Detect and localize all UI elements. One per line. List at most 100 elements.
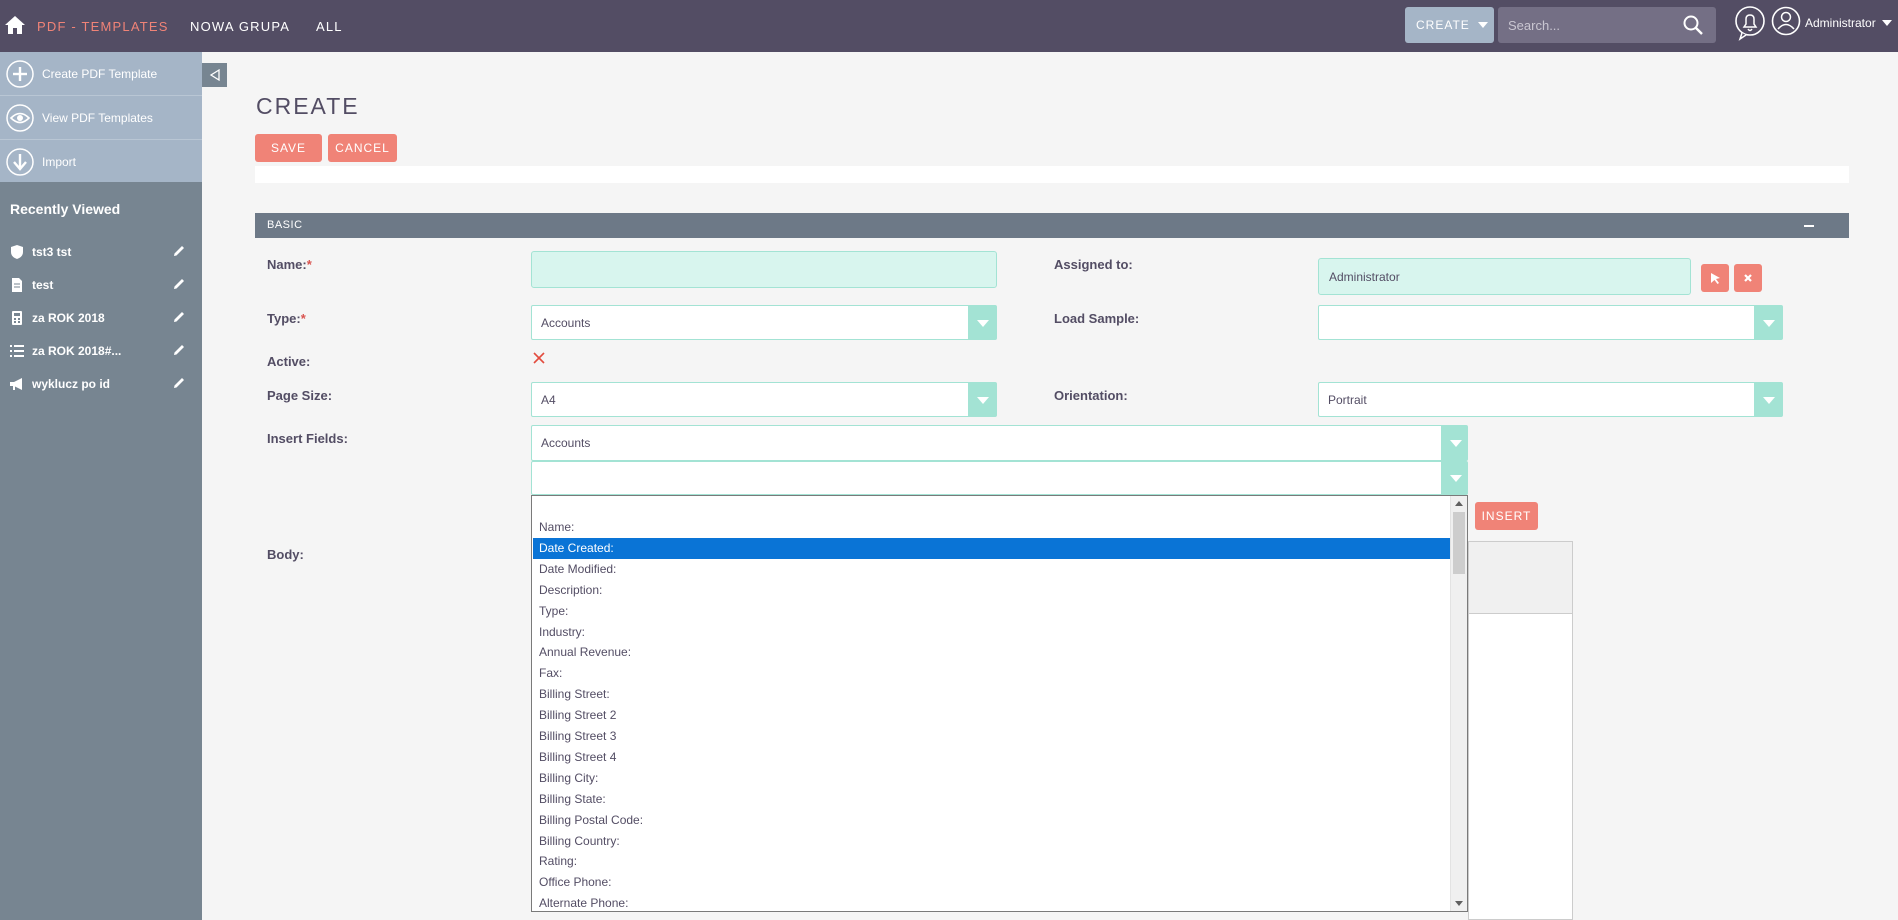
recent-item[interactable]: wyklucz po id — [0, 372, 202, 396]
chevron-down-icon — [968, 306, 996, 339]
close-icon — [1744, 274, 1752, 282]
body-editor[interactable] — [1468, 541, 1573, 920]
dropdown-option[interactable]: Alternate Phone: — [533, 893, 1451, 914]
insert-module-select[interactable]: Accounts — [531, 425, 1468, 461]
type-select[interactable]: Accounts — [531, 305, 997, 340]
scroll-down-arrow-icon[interactable] — [1455, 901, 1463, 906]
sidebar-actions: Create PDF Template View PDF Templates I… — [0, 52, 202, 182]
action-label: Import — [42, 154, 77, 169]
name-input[interactable] — [532, 252, 996, 287]
eye-circle-icon — [6, 103, 34, 132]
dropdown-option[interactable]: Billing Street 4 — [533, 747, 1451, 768]
cancel-button[interactable]: CANCEL — [328, 134, 397, 162]
user-menu-caret-icon[interactable] — [1882, 20, 1892, 26]
body-label: Body: — [267, 547, 304, 562]
insert-field-select[interactable] — [531, 461, 1468, 495]
dropdown-option[interactable]: Industry: — [533, 622, 1451, 643]
assigned-to-input[interactable] — [1319, 259, 1690, 294]
required-asterisk: * — [300, 311, 306, 326]
pencil-icon[interactable] — [172, 277, 186, 291]
orientation-value: Portrait — [1328, 392, 1367, 407]
dropdown-option[interactable]: Description: — [533, 580, 1451, 601]
editor-toolbar — [1469, 542, 1572, 614]
scrollbar-thumb[interactable] — [1453, 512, 1465, 574]
action-import[interactable]: Import — [0, 140, 202, 183]
insert-button[interactable]: INSERT — [1475, 502, 1538, 530]
clear-user-button[interactable] — [1734, 264, 1762, 292]
dropdown-option[interactable]: Billing State: — [533, 789, 1451, 810]
dropdown-option[interactable]: Fax: — [533, 663, 1451, 684]
required-asterisk: * — [306, 257, 312, 272]
active-label: Active: — [267, 354, 311, 369]
chevron-down-icon — [968, 383, 996, 416]
type-label-text: Type: — [267, 311, 301, 326]
dropdown-option[interactable]: Office Phone: — [533, 872, 1451, 893]
scroll-up-arrow-icon[interactable] — [1455, 501, 1463, 506]
dropdown-option[interactable]: Billing City: — [533, 768, 1451, 789]
user-name[interactable]: Administrator — [1805, 16, 1876, 30]
action-view-pdf-templates[interactable]: View PDF Templates — [0, 96, 202, 139]
panel-header-basic[interactable]: BASIC — [255, 213, 1849, 238]
dropdown-option[interactable]: Billing Street 2 — [533, 705, 1451, 726]
recent-item[interactable]: za ROK 2018#... — [0, 339, 202, 363]
search-input[interactable] — [1508, 16, 1678, 34]
calculator-icon — [12, 311, 22, 325]
page-size-label: Page Size: — [267, 388, 333, 403]
chevron-down-icon — [1754, 306, 1782, 339]
insert-field-dropdown-list[interactable]: Name: Date Created: Date Modified: Descript… — [531, 495, 1468, 912]
dropdown-option[interactable]: Type: — [533, 601, 1451, 622]
dropdown-option[interactable]: Date Modified: — [533, 559, 1451, 580]
dropdown-option[interactable]: Annual Revenue: — [533, 642, 1451, 663]
type-select-value: Accounts — [541, 315, 591, 330]
notifications-bell-icon[interactable] — [1734, 5, 1766, 41]
recently-viewed-title: Recently Viewed — [10, 201, 121, 217]
dropdown-option[interactable]: Billing Street 3 — [533, 726, 1451, 747]
collapse-minus-icon[interactable] — [1804, 225, 1814, 227]
dropdown-scrollbar[interactable] — [1450, 496, 1467, 911]
assigned-to-field — [1318, 258, 1691, 295]
active-checkbox-x-icon[interactable] — [532, 351, 546, 365]
dropdown-option[interactable]: Date Created: — [533, 537, 1451, 559]
select-user-button[interactable] — [1701, 264, 1729, 292]
dropdown-option[interactable]: Billing Country: — [533, 831, 1451, 852]
page-size-select[interactable]: A4 — [531, 382, 997, 417]
caret-down-icon — [1477, 22, 1488, 28]
name-label: Name:* — [267, 257, 312, 272]
global-search — [1498, 7, 1716, 43]
action-create-pdf-template[interactable]: Create PDF Template — [0, 52, 202, 95]
load-sample-select[interactable] — [1318, 305, 1783, 340]
page-size-value: A4 — [541, 392, 556, 407]
pencil-icon[interactable] — [172, 310, 186, 324]
recent-item-label: za ROK 2018#... — [32, 344, 122, 358]
orientation-select[interactable]: Portrait — [1318, 382, 1783, 417]
insert-module-value: Accounts — [541, 436, 591, 450]
nav-module-pdf-templates[interactable]: PDF - TEMPLATES — [37, 19, 169, 34]
dropdown-option[interactable]: Rating: — [533, 851, 1451, 872]
download-circle-icon — [6, 147, 34, 176]
create-menu-button[interactable]: CREATE — [1405, 7, 1494, 43]
page-title: CREATE — [256, 93, 360, 119]
orientation-label: Orientation: — [1054, 388, 1128, 403]
user-avatar-icon[interactable] — [1771, 6, 1801, 36]
search-icon[interactable] — [1682, 14, 1704, 36]
recent-item[interactable]: tst3 tst — [0, 240, 202, 264]
insert-fields-label: Insert Fields: — [267, 431, 348, 446]
triangle-left-icon — [209, 69, 220, 81]
dropdown-option[interactable]: Billing Street: — [533, 684, 1451, 705]
recent-item[interactable]: za ROK 2018 — [0, 306, 202, 330]
recent-item[interactable]: test — [0, 273, 202, 297]
pencil-icon[interactable] — [172, 376, 186, 390]
dropdown-option[interactable]: Billing Postal Code: — [533, 810, 1451, 831]
nav-all[interactable]: ALL — [316, 19, 343, 34]
save-button[interactable]: SAVE — [255, 134, 322, 162]
nav-group-nowa-grupa[interactable]: NOWA GRUPA — [190, 19, 290, 34]
name-field — [531, 251, 997, 288]
sidebar-collapse-button[interactable] — [202, 63, 227, 87]
dropdown-option[interactable]: Name: — [533, 517, 1451, 538]
chevron-down-icon — [1441, 426, 1467, 460]
plus-circle-icon — [6, 59, 34, 88]
panel-title: BASIC — [267, 219, 303, 231]
pencil-icon[interactable] — [172, 244, 186, 258]
home-icon[interactable] — [4, 14, 26, 36]
pencil-icon[interactable] — [172, 343, 186, 357]
